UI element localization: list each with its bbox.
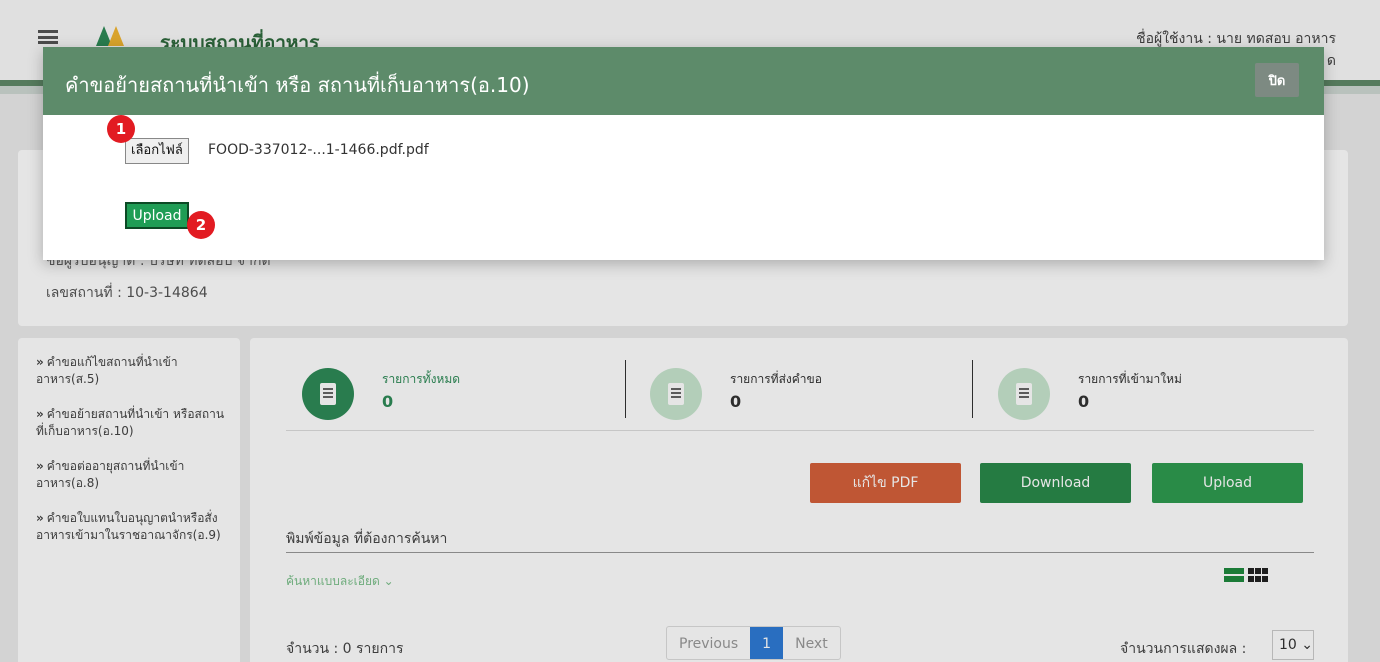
modal-header: คำขอย้ายสถานที่นำเข้า หรือ สถานที่เก็บอา… — [43, 47, 1324, 115]
modal-title: คำขอย้ายสถานที่นำเข้า หรือ สถานที่เก็บอา… — [65, 73, 530, 97]
step-badge-1: 1 — [107, 115, 135, 143]
close-button[interactable]: ปิด — [1255, 63, 1299, 97]
modal-upload-button[interactable]: Upload — [125, 202, 189, 229]
choose-file-button[interactable]: เลือกไฟล์ — [125, 138, 189, 164]
step-badge-2: 2 — [187, 211, 215, 239]
upload-modal: คำขอย้ายสถานที่นำเข้า หรือ สถานที่เก็บอา… — [43, 47, 1324, 260]
selected-file-name: FOOD-337012-...1-1466.pdf.pdf — [208, 142, 429, 158]
